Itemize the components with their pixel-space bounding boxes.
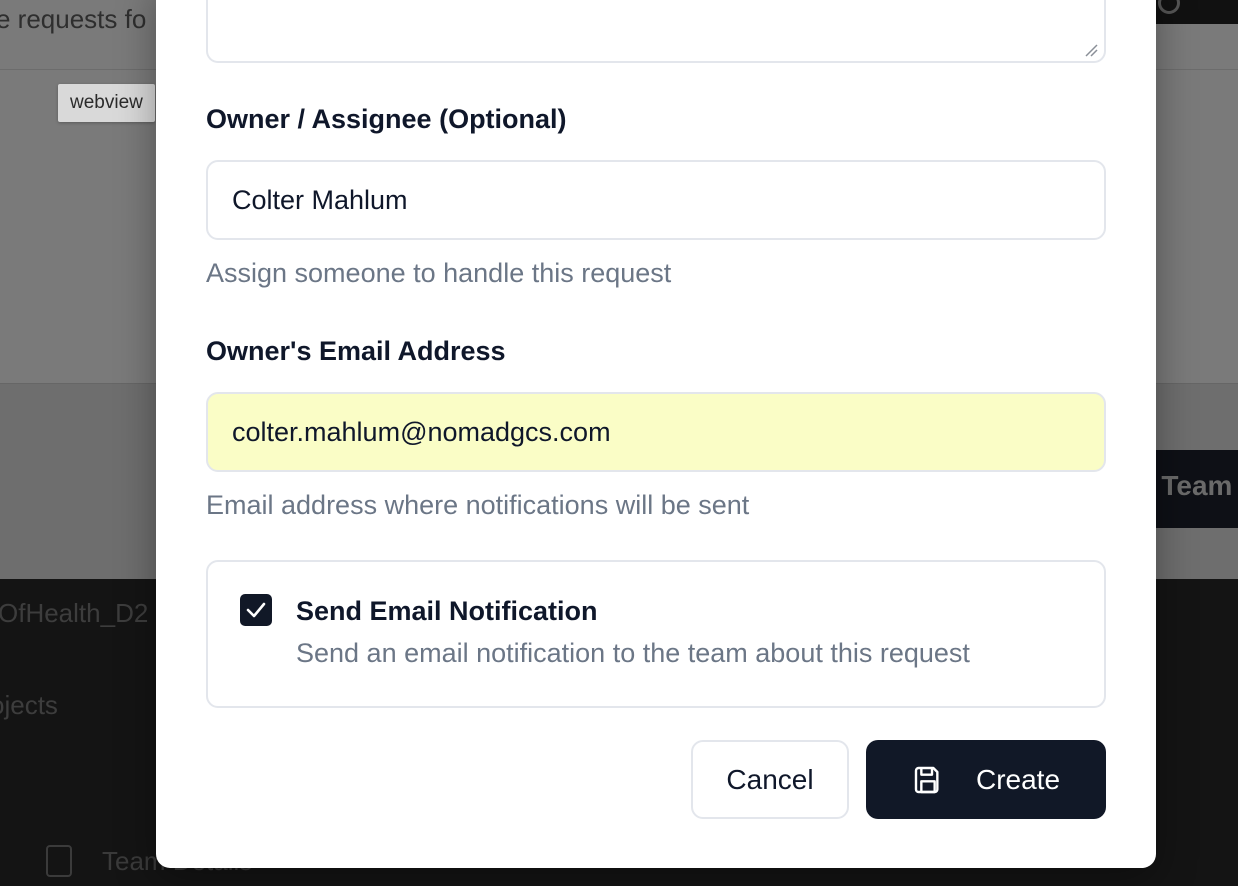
bg-dark-text: OfHealth_D2 <box>0 598 149 628</box>
email-label: Owner's Email Address <box>206 336 506 366</box>
owner-label: Owner / Assignee (Optional) <box>206 104 567 134</box>
create-button-label: Create <box>975 763 1061 795</box>
owner-input[interactable] <box>206 160 1106 240</box>
cancel-button[interactable]: Cancel <box>691 740 849 819</box>
email-notification-option: Send Email Notification Send an email no… <box>206 560 1106 708</box>
email-hint: Email address where notifications will b… <box>206 490 750 520</box>
create-request-modal: Owner / Assignee (Optional) Assign someo… <box>156 0 1156 868</box>
bg-header-text: e requests fo <box>0 4 147 34</box>
notification-title: Send Email Notification <box>296 596 598 626</box>
save-icon <box>912 764 944 796</box>
description-textarea[interactable] <box>206 0 1106 63</box>
notification-description: Send an email notification to the team a… <box>296 638 970 668</box>
webview-tooltip: webview <box>58 84 155 122</box>
help-icon <box>1158 0 1180 14</box>
bg-header-button <box>1148 0 1238 24</box>
bg-dark-text: ojects <box>0 690 58 720</box>
clipboard-icon <box>46 845 72 877</box>
check-icon <box>246 602 266 618</box>
owner-hint: Assign someone to handle this request <box>206 258 672 288</box>
create-button[interactable]: Create <box>866 740 1106 819</box>
email-input[interactable] <box>206 392 1106 472</box>
resize-handle-icon[interactable] <box>1084 43 1098 57</box>
send-email-checkbox[interactable] <box>240 594 272 626</box>
